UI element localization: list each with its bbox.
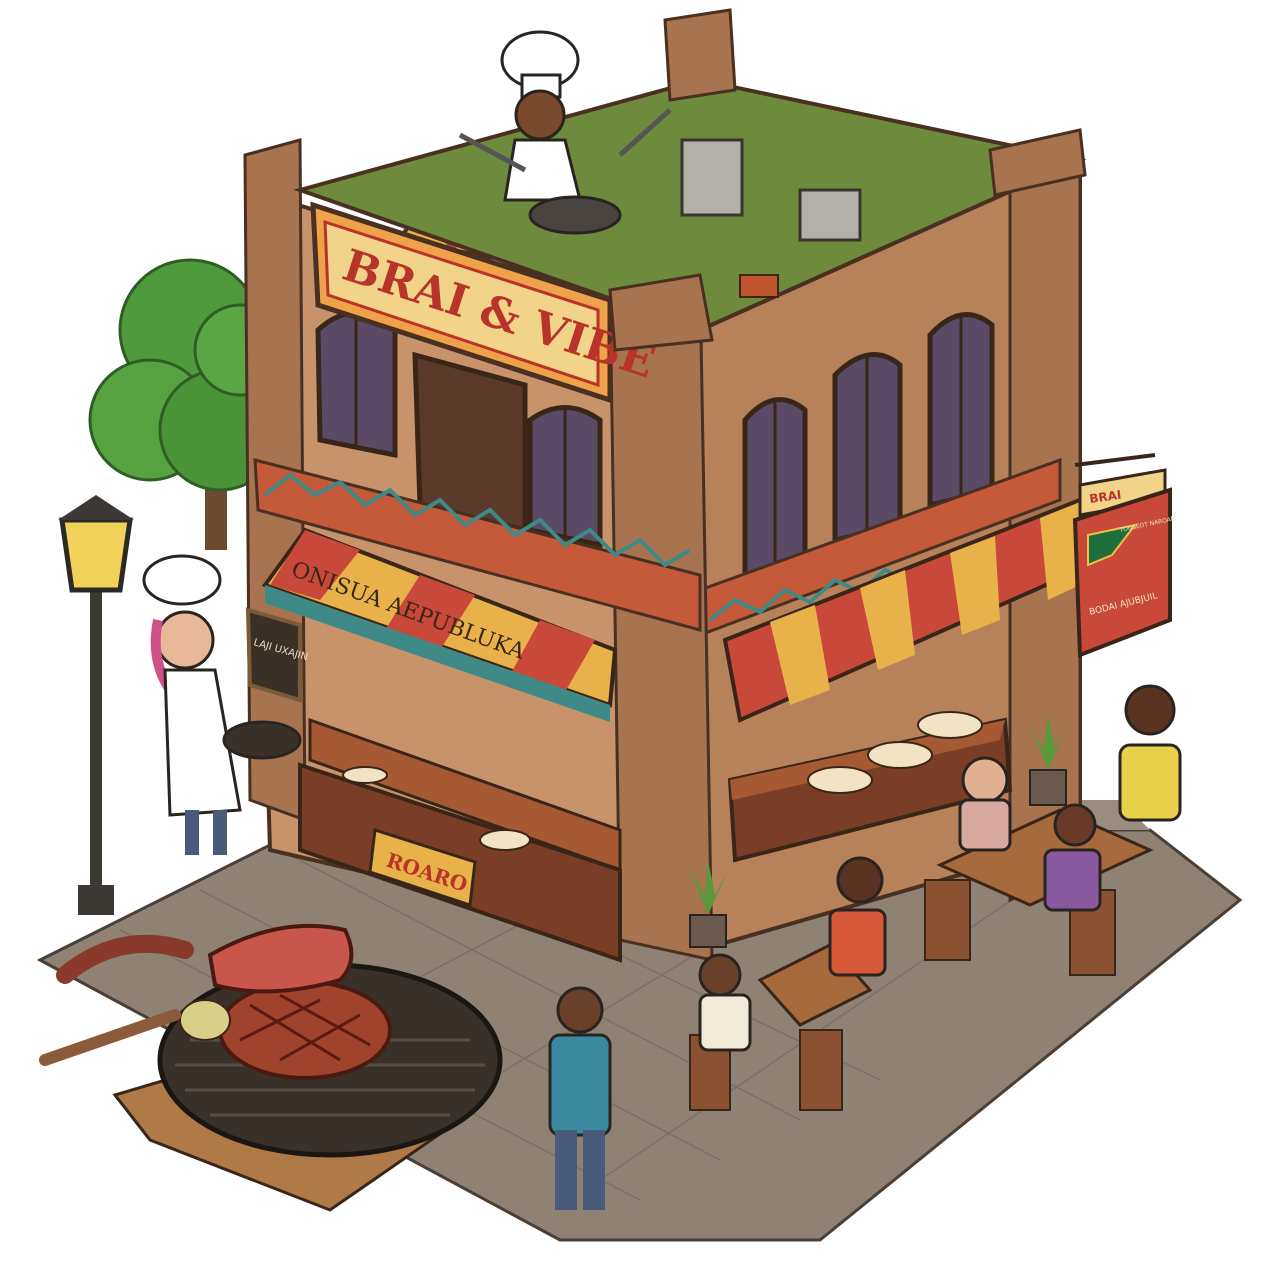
hanging-sign: BRAI TONSEOT NAROAM BODAI AJUBJUIL [1072, 453, 1177, 658]
street-lamp [58, 495, 134, 915]
brai-and-vibe-scene: BRAI & VIBE ONISUA ΑΕPUBLUKA ROARO LAJI … [36, 8, 1243, 1242]
ac-unit [680, 138, 744, 217]
ac-unit [798, 188, 862, 242]
left-chalkboard: LAJI UXAJIN [245, 607, 309, 703]
steak [218, 980, 392, 1080]
